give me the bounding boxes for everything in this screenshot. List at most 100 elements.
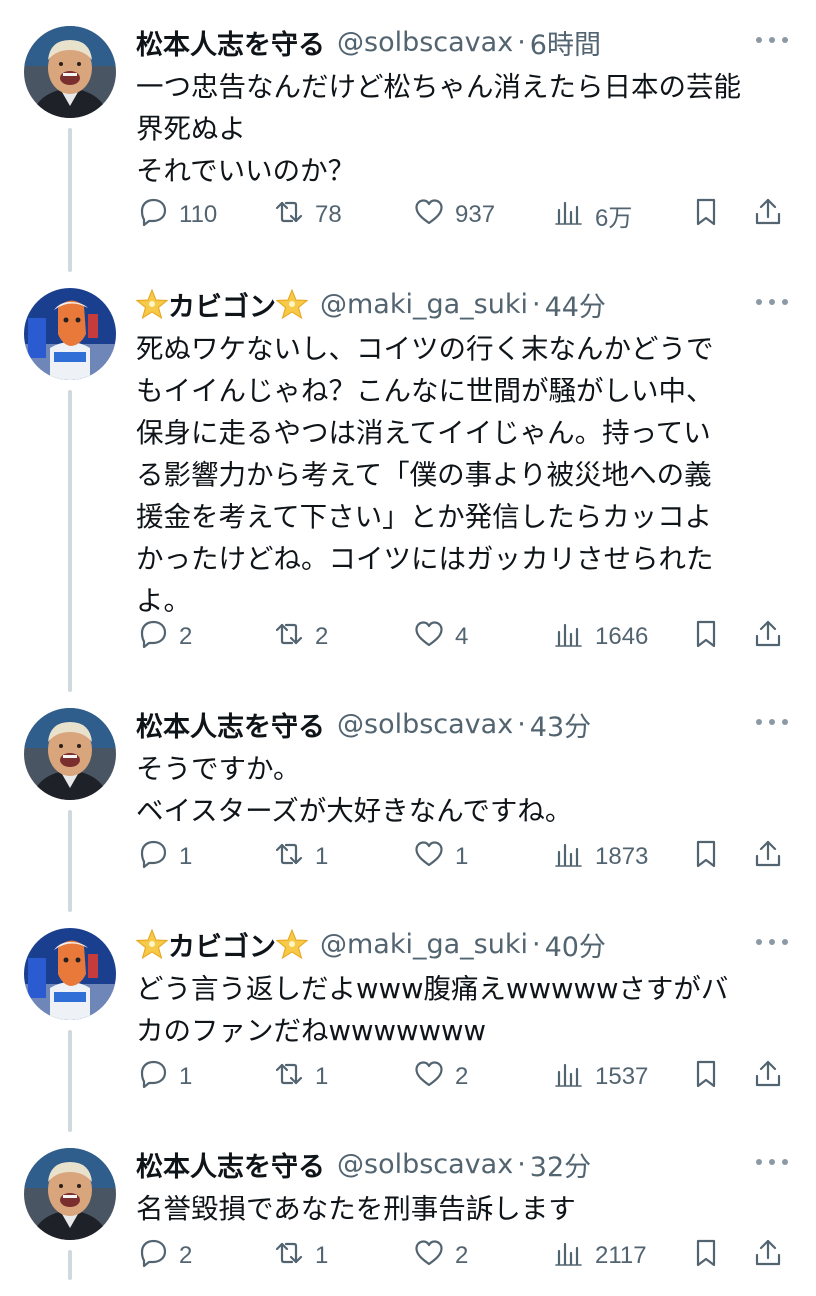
tweet-text: そうですか。 ベイスターズが大好きなんですね。 xyxy=(136,753,573,827)
separator-dot: · xyxy=(517,26,526,58)
share-button[interactable] xyxy=(751,837,785,877)
share-button[interactable] xyxy=(751,617,785,657)
timestamp[interactable]: 43分 xyxy=(530,705,591,744)
share-button[interactable] xyxy=(751,195,785,235)
views-icon xyxy=(552,1057,586,1097)
tweet[interactable]: 松本人志を守る @solbscavax · 32分 名誉毀損であなたを刑事告訴し… xyxy=(0,1122,816,1296)
heart-icon xyxy=(412,1236,446,1276)
tweet[interactable]: 松本人志を守る @solbscavax · 43分 そうですか。 ベイスターズが… xyxy=(0,682,816,897)
retweet-icon xyxy=(272,1057,306,1097)
retweet-button[interactable]: 1 xyxy=(272,1057,328,1097)
retweet-button[interactable]: 1 xyxy=(272,1236,328,1276)
bookmark-icon xyxy=(689,837,723,877)
bookmark-button[interactable] xyxy=(689,195,723,235)
retweet-icon xyxy=(272,837,306,877)
retweet-icon xyxy=(272,195,306,235)
retweet-button[interactable]: 1 xyxy=(272,837,328,877)
user-handle[interactable]: @maki_ga_suki xyxy=(320,929,528,960)
views-icon xyxy=(552,837,586,877)
timestamp[interactable]: 32分 xyxy=(530,1145,591,1184)
bookmark-icon xyxy=(689,195,723,235)
heart-icon xyxy=(412,1057,446,1097)
separator-dot: · xyxy=(517,1148,526,1180)
bookmark-button[interactable] xyxy=(689,837,723,877)
mascot-avatar[interactable] xyxy=(24,288,116,380)
tweet-header: カビゴン @maki_ga_suki · 40分 xyxy=(135,924,606,964)
bookmark-button[interactable] xyxy=(689,1236,723,1276)
view-count: 1646 xyxy=(595,623,649,650)
reply-button[interactable]: 1 xyxy=(136,837,192,877)
timestamp[interactable]: 6時間 xyxy=(530,23,601,62)
like-button[interactable]: 2 xyxy=(412,1236,468,1276)
share-button[interactable] xyxy=(751,1057,785,1097)
like-button[interactable]: 1 xyxy=(412,837,468,877)
bookmark-button[interactable] xyxy=(689,1057,723,1097)
action-bar: 110 78 937 6万 xyxy=(136,195,796,235)
display-name[interactable]: 松本人志を守る xyxy=(136,705,325,744)
reply-button[interactable]: 110 xyxy=(136,195,217,235)
views-button[interactable]: 1646 xyxy=(552,617,648,657)
like-button[interactable]: 2 xyxy=(412,1057,468,1097)
more-icon[interactable] xyxy=(756,1156,788,1168)
mascot-avatar[interactable] xyxy=(24,928,116,1020)
user-handle[interactable]: @solbscavax xyxy=(337,1149,513,1180)
bookmark-button[interactable] xyxy=(689,617,723,657)
bookmark-icon xyxy=(689,1236,723,1276)
timestamp[interactable]: 40分 xyxy=(545,925,606,964)
bookmark-icon xyxy=(689,1057,723,1097)
star-emoji-icon xyxy=(135,928,169,960)
share-icon xyxy=(751,617,785,657)
reply-button[interactable]: 2 xyxy=(136,1236,192,1276)
like-count: 2 xyxy=(455,1063,469,1090)
retweet-icon xyxy=(272,1236,306,1276)
action-bar: 1 1 2 1537 xyxy=(136,1057,796,1097)
retweet-button[interactable]: 2 xyxy=(272,617,328,657)
tweet[interactable]: カビゴン @maki_ga_suki · 40分 どう言う返しだよwww腹痛えw… xyxy=(0,902,816,1117)
more-icon[interactable] xyxy=(756,936,788,948)
like-count: 937 xyxy=(455,201,496,228)
user-handle[interactable]: @maki_ga_suki xyxy=(320,289,528,320)
display-name[interactable]: 松本人志を守る xyxy=(136,1145,325,1184)
comedian-avatar[interactable] xyxy=(24,708,116,800)
retweet-button[interactable]: 78 xyxy=(272,195,342,235)
tweet[interactable]: 松本人志を守る @solbscavax · 6時間 一つ忠告なんだけど松ちゃん消… xyxy=(0,0,816,255)
share-icon xyxy=(751,1057,785,1097)
retweet-count: 1 xyxy=(315,1242,329,1269)
reply-count: 2 xyxy=(179,1242,193,1269)
reply-icon xyxy=(136,1057,170,1097)
separator-dot: · xyxy=(531,288,541,320)
tweet-header: 松本人志を守る @solbscavax · 43分 xyxy=(136,704,591,744)
user-handle[interactable]: @solbscavax xyxy=(337,709,513,740)
views-button[interactable]: 1537 xyxy=(552,1057,648,1097)
star-emoji-icon xyxy=(275,288,309,320)
user-handle[interactable]: @solbscavax xyxy=(337,27,513,58)
more-icon[interactable] xyxy=(756,34,788,46)
like-button[interactable]: 4 xyxy=(412,617,468,657)
star-emoji-icon xyxy=(275,928,309,960)
more-icon[interactable] xyxy=(756,716,788,728)
heart-icon xyxy=(412,195,446,235)
reply-icon xyxy=(136,617,170,657)
views-button[interactable]: 2117 xyxy=(552,1236,647,1276)
reply-count: 1 xyxy=(179,1063,193,1090)
reply-icon xyxy=(136,195,170,235)
tweet-text: 名誉毀損であなたを刑事告訴します xyxy=(136,1193,576,1225)
comedian-avatar[interactable] xyxy=(24,1148,116,1240)
timestamp[interactable]: 44分 xyxy=(545,285,606,324)
comedian-avatar[interactable] xyxy=(24,26,116,118)
display-name[interactable]: カビゴン xyxy=(168,285,276,324)
share-button[interactable] xyxy=(751,1236,785,1276)
tweet[interactable]: カビゴン @maki_ga_suki · 44分 死ぬワケないし、コイツの行く末… xyxy=(0,262,816,677)
like-count: 1 xyxy=(455,843,469,870)
reply-button[interactable]: 2 xyxy=(136,617,192,657)
reply-button[interactable]: 1 xyxy=(136,1057,192,1097)
more-icon[interactable] xyxy=(756,296,788,308)
views-button[interactable]: 6万 xyxy=(552,195,632,235)
display-name[interactable]: 松本人志を守る xyxy=(136,23,325,62)
like-button[interactable]: 937 xyxy=(412,195,495,235)
like-count: 4 xyxy=(455,623,469,650)
view-count: 6万 xyxy=(595,204,633,232)
display-name[interactable]: カビゴン xyxy=(168,925,276,964)
views-button[interactable]: 1873 xyxy=(552,837,648,877)
action-bar: 2 2 4 1646 xyxy=(136,617,796,657)
